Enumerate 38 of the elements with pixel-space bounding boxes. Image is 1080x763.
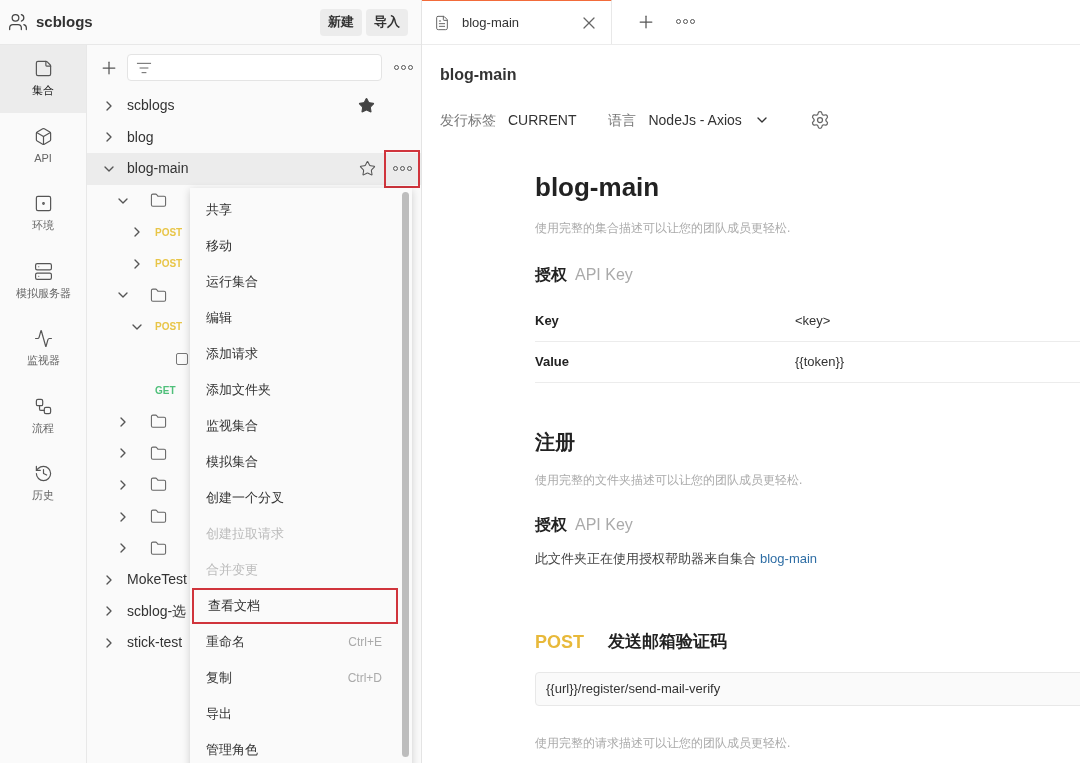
rail-label: API [34, 150, 52, 166]
description: 使用完整的文件夹描述可以让您的团队成员更轻松. [535, 472, 804, 489]
shortcut-label: Ctrl+E [348, 634, 382, 651]
folder-title: 注册 [535, 430, 576, 455]
auth-value: {{token}} [795, 353, 845, 372]
collection-title: blog-main [440, 65, 518, 85]
rail-label: 环境 [32, 218, 54, 233]
auth-key: Key [535, 311, 795, 331]
method-label: POST [535, 630, 584, 654]
section-heading: 授权 [535, 265, 567, 285]
collection-name: blog-main [127, 159, 189, 179]
url-field: {{url}}/register/send-mail-verify [535, 671, 1080, 706]
auth-type: API Key [575, 265, 633, 285]
rail-label: 集合 [32, 83, 54, 98]
collection-name: blog [127, 127, 154, 147]
release-label: 发行标签 [440, 110, 496, 130]
doc-title: blog-main [535, 171, 661, 204]
rail-label: 历史 [32, 488, 54, 503]
rail-label: 流程 [32, 420, 54, 436]
rail-label: 监视器 [26, 353, 60, 368]
request-name: 发送邮箱验证码 [608, 631, 727, 654]
collection-name: scblog-选 [127, 601, 187, 621]
auth-value: <key> [795, 312, 831, 331]
rail-label: 模拟服务器 [15, 285, 71, 301]
section-heading: 授权 [535, 515, 567, 535]
description: 使用完整的请求描述可以让您的团队成员更轻松. [535, 734, 792, 752]
language-label: 语言 [608, 110, 637, 130]
shortcut-label: Ctrl+D [347, 670, 382, 687]
collection-name: stick-test [127, 633, 183, 653]
auth-type: API Key [575, 515, 633, 535]
method-label: POST [155, 257, 183, 272]
collection-name: MokeTest [127, 570, 187, 590]
method-label: POST [155, 225, 183, 240]
auth-key: Value [535, 352, 795, 372]
auth-note: 此文件夹正在使用授权帮助器来自集合 [535, 550, 756, 568]
method-label: POST [155, 320, 183, 335]
description: 使用完整的集合描述可以让您的团队成员更轻松. [535, 220, 792, 237]
collection-name: scblogs [127, 96, 175, 116]
